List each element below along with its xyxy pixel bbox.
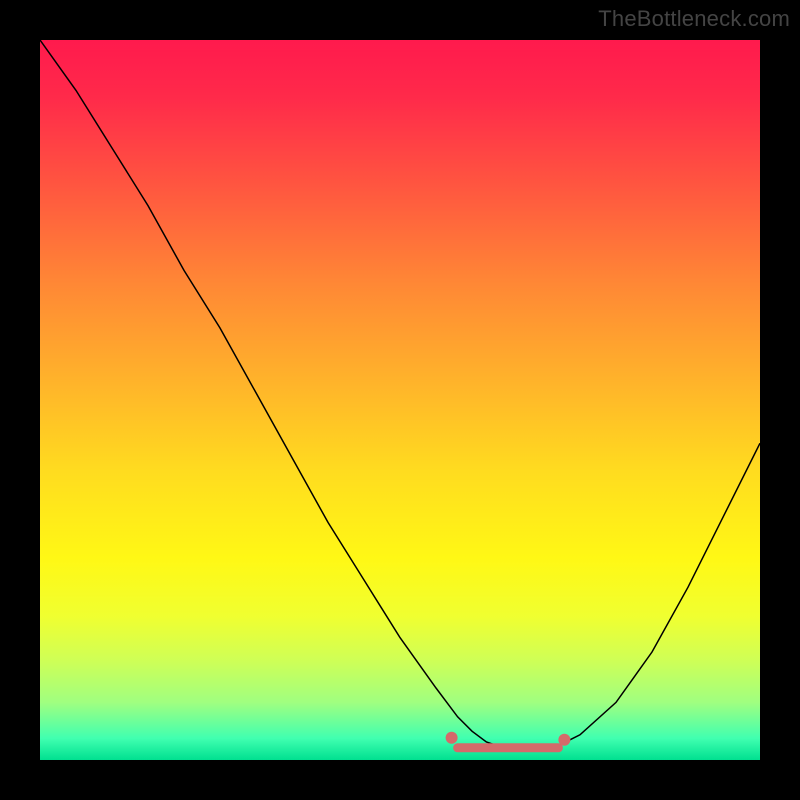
watermark-text: TheBottleneck.com: [598, 6, 790, 32]
bottleneck-curve: [40, 40, 760, 749]
plot-area: [40, 40, 760, 760]
transition-dot-right: [558, 734, 570, 746]
transition-dot-left: [446, 732, 458, 744]
curve-svg: [40, 40, 760, 760]
